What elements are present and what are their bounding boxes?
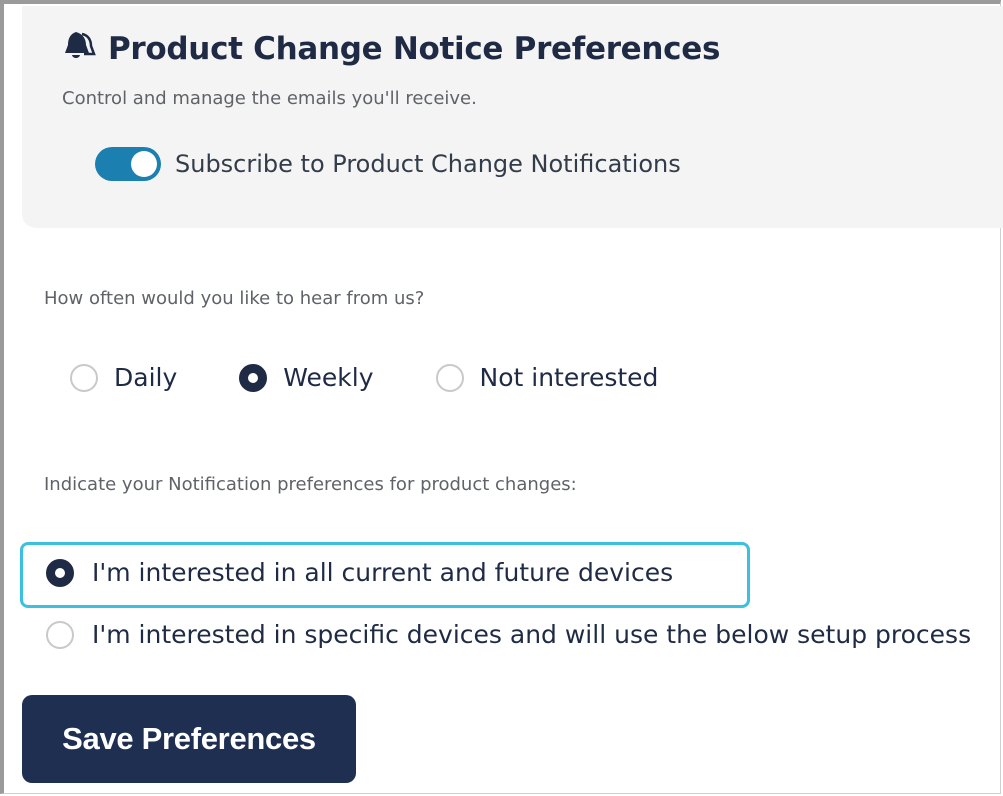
save-preferences-button[interactable]: Save Preferences [22,695,356,783]
pref-option-specific-devices[interactable]: I'm interested in specific devices and w… [46,620,971,649]
pref-option-all-devices[interactable]: I'm interested in all current and future… [46,558,673,587]
radio-not-interested[interactable] [435,363,464,392]
radio-all-devices[interactable] [46,558,74,587]
frequency-radio-group: Daily Weekly Not interested [70,363,720,392]
page-subtitle: Control and manage the emails you'll rec… [62,88,477,109]
subscribe-toggle-label: Subscribe to Product Change Notification… [175,150,681,178]
radio-daily[interactable] [70,363,98,392]
page-title-text: Product Change Notice Preferences [108,31,721,67]
frequency-option-not-interested[interactable]: Not interested [435,363,659,392]
subscribe-toggle[interactable] [95,147,161,181]
radio-not-interested-label: Not interested [479,363,659,392]
frequency-option-daily[interactable]: Daily [70,363,177,392]
frequency-question: How often would you like to hear from us… [44,288,425,309]
notification-prefs-question: Indicate your Notification preferences f… [44,474,577,495]
page-title: Product Change Notice Preferences [62,28,720,70]
radio-weekly-label: Weekly [283,363,374,392]
frequency-option-weekly[interactable]: Weekly [239,363,374,392]
toggle-knob [131,151,157,177]
subscribe-toggle-row: Subscribe to Product Change Notification… [95,147,681,181]
bell-icon [62,28,102,70]
radio-specific-devices[interactable] [46,620,74,649]
radio-all-devices-label: I'm interested in all current and future… [92,558,674,587]
radio-weekly[interactable] [239,363,268,392]
radio-specific-devices-label: I'm interested in specific devices and w… [92,620,972,649]
radio-daily-label: Daily [114,363,178,392]
